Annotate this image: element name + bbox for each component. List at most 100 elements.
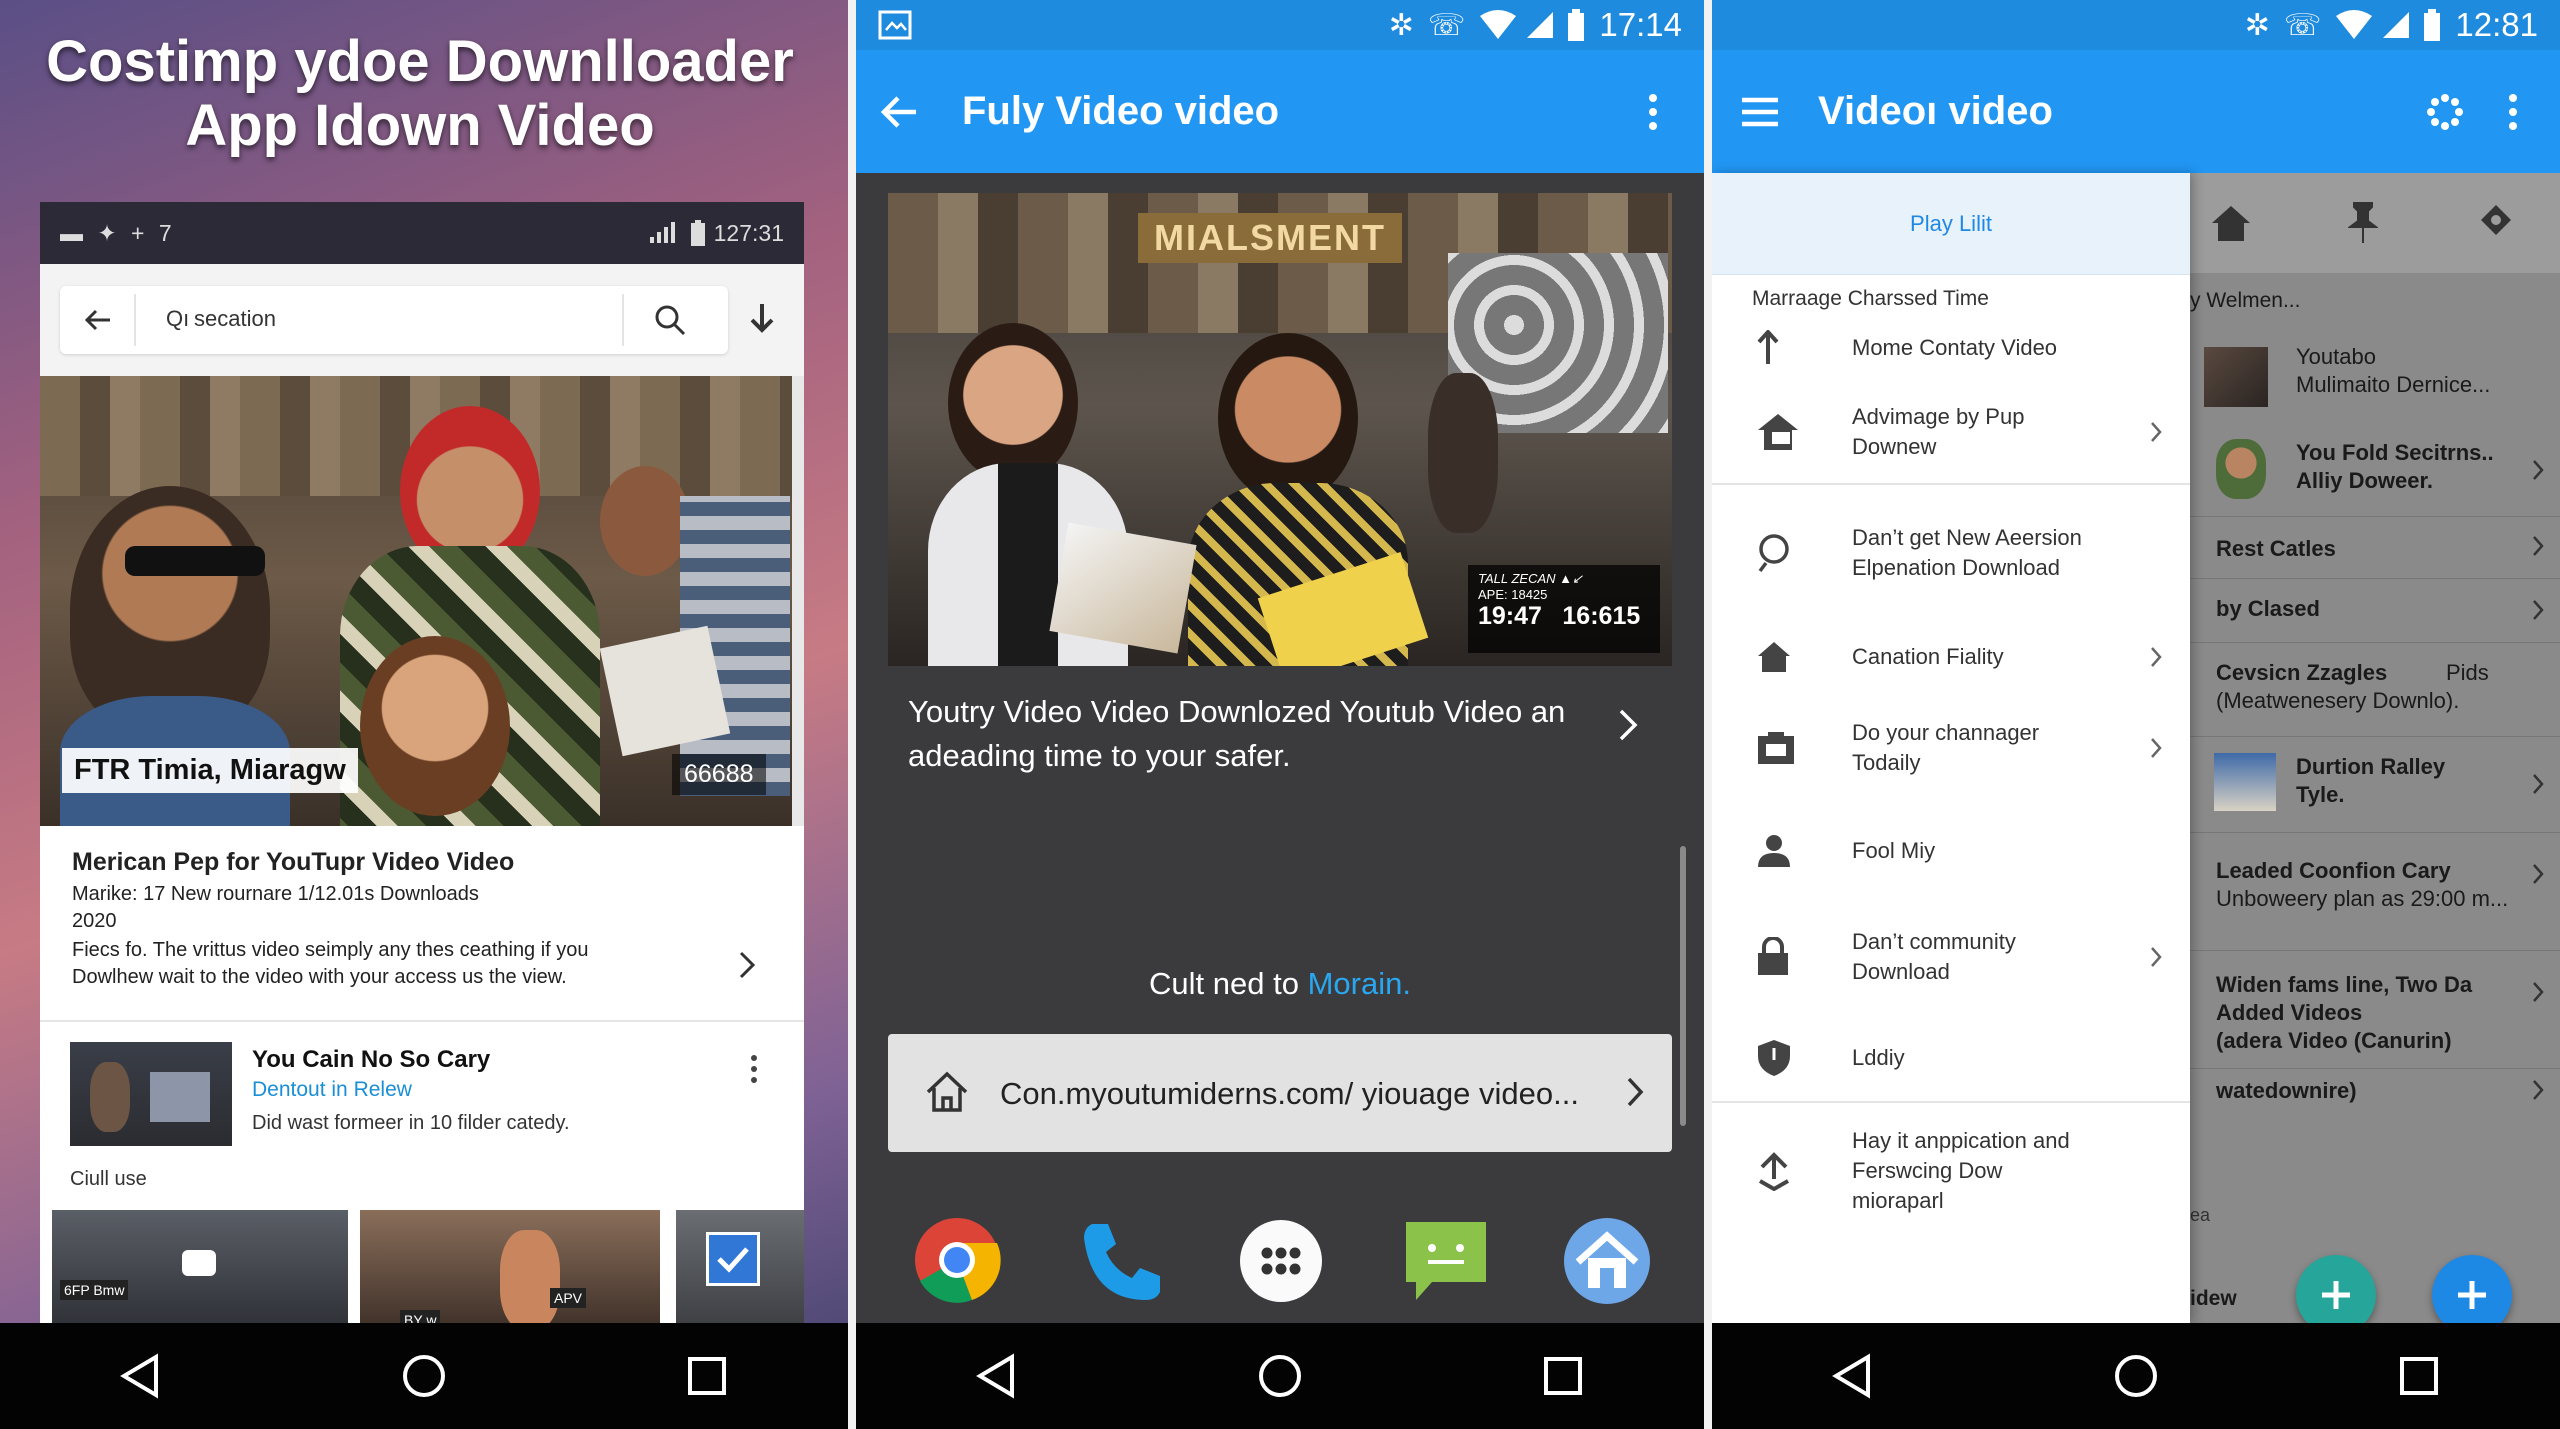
overlay-time-2: 16:615: [1562, 602, 1641, 630]
search-icon[interactable]: [654, 304, 686, 336]
list-item[interactable]: Youtabo Mulimaito Dernice...: [2190, 333, 2560, 429]
list-item[interactable]: Cevsicn Zzagles (Meatwenesery Downlo). Pi…: [2190, 643, 2560, 737]
home-app-icon[interactable]: [1562, 1216, 1652, 1306]
chevron-right-icon[interactable]: [738, 950, 756, 980]
list-item[interactable]: Leaded Coonfion Cary Unboweery plan as 29…: [2190, 833, 2560, 951]
recents-nav-icon[interactable]: [1518, 1331, 1608, 1421]
camera-icon: [1756, 730, 1796, 766]
search-input[interactable]: secation: [194, 306, 276, 332]
chevron-right-icon[interactable]: [2150, 421, 2162, 443]
back-nav-icon[interactable]: [952, 1331, 1042, 1421]
chevron-right-icon[interactable]: [2150, 646, 2162, 668]
nav-bar: [0, 1323, 848, 1429]
settings-icon[interactable]: [2426, 93, 2464, 131]
back-nav-icon[interactable]: [1808, 1331, 1898, 1421]
back-nav-icon[interactable]: [96, 1331, 186, 1421]
video-card[interactable]: Merican Pep for YouTupr Video Video Mari…: [40, 826, 804, 1022]
panel-video-detail: ✲ ☏ 17:14 Fuly Video video MIALSMENT TAL…: [856, 0, 1704, 1429]
list-item[interactable]: Rest Catles: [2190, 517, 2560, 579]
home-icon: [924, 1070, 970, 1114]
drawer-item[interactable]: Canation Fiality: [1712, 621, 2190, 693]
list-item[interactable]: watedownire): [2190, 1069, 2560, 1139]
chevron-right-icon[interactable]: [2150, 737, 2162, 759]
thumbnail-3[interactable]: [676, 1210, 804, 1323]
drawer-item[interactable]: Fool Miy: [1712, 803, 2190, 899]
pin-tab-icon[interactable]: [2348, 201, 2378, 243]
drawer-tab-playlist[interactable]: Play Lilit: [1712, 173, 2190, 275]
chevron-right-icon[interactable]: [1618, 708, 1638, 742]
home-nav-icon[interactable]: [2091, 1331, 2181, 1421]
video-title: Youtry Video Video Downlozed Youtub Vide…: [908, 694, 1566, 773]
chevron-right-icon[interactable]: [2532, 459, 2544, 481]
store-sign: MIALSMENT: [1138, 213, 1402, 263]
list-item-desc: Did wast formeer in 10 filder catedy.: [252, 1112, 570, 1134]
drawer-item[interactable]: Advimage by Pup Downew: [1712, 381, 2190, 485]
drawer-item-label: Do your channager Todaily: [1852, 720, 2040, 775]
arrow-up-icon: [1756, 330, 1780, 366]
link-accent[interactable]: Morain.: [1308, 966, 1411, 1001]
home-nav-icon[interactable]: [379, 1331, 469, 1421]
hero-thumbnail[interactable]: FTR Timia, Miaragw 66688: [40, 376, 792, 826]
home-nav-icon[interactable]: [1235, 1331, 1325, 1421]
home-tab-icon[interactable]: [2210, 203, 2252, 243]
chevron-right-icon[interactable]: [2532, 599, 2544, 621]
status-time: 12:81: [2455, 6, 2538, 43]
chevron-right-icon[interactable]: [2532, 981, 2544, 1003]
chevron-right-icon[interactable]: [2150, 946, 2162, 968]
drawer-item[interactable]: Dan’t community Download: [1712, 899, 2190, 1015]
list-item[interactable]: You Fold Secitrns.. Alliy Doweer.: [2190, 429, 2560, 517]
list-item-title: Cevsicn Zzagles: [2216, 660, 2388, 685]
chevron-right-icon[interactable]: [2532, 773, 2544, 795]
thumbnail-1[interactable]: 6FP Bmw: [52, 1210, 348, 1323]
phone-icon[interactable]: [1078, 1218, 1164, 1304]
thumbnail-2-tag: APV: [550, 1288, 587, 1308]
back-arrow-icon[interactable]: [82, 304, 114, 336]
overlay-label: TALL ZECAN ▲↙: [1478, 571, 1583, 586]
background-list: y Welmen... Youtabo Mulimaito Dernice... …: [2190, 173, 2560, 1335]
chevron-right-icon[interactable]: [2532, 535, 2544, 557]
list-item[interactable]: Widen fams line, Two Da Added Videos (ade…: [2190, 951, 2560, 1069]
screenshot-notification-icon: [878, 10, 912, 40]
hero-caption: FTR Timia, Miaragw: [62, 748, 358, 793]
drawer-item[interactable]: Mome Contaty Video: [1712, 315, 2190, 381]
chrome-icon[interactable]: [912, 1215, 1002, 1305]
download-icon[interactable]: [746, 302, 778, 338]
more-vert-icon[interactable]: [1648, 93, 1658, 131]
list-item-sub: Alliy Doweer.: [2296, 468, 2433, 493]
app-bar-title: Videoı video: [1818, 89, 2053, 133]
url-field[interactable]: Con.myoutumiderns.com/ yiouage video...: [888, 1034, 1672, 1152]
bell-tab-icon[interactable]: [2478, 203, 2514, 239]
apps-icon[interactable]: [1238, 1218, 1324, 1304]
phone-screen: ▬ ✦ + 7 127:31 Qı secation FTR Timia, Mi…: [40, 202, 804, 1323]
promo-title: Costimp ydoe Downlloader App Idown Video: [30, 30, 810, 158]
checkbox-checked-icon[interactable]: [706, 1232, 760, 1286]
chevron-right-icon[interactable]: [2532, 863, 2544, 885]
drawer-item[interactable]: Lddiy: [1712, 1015, 2190, 1103]
list-item[interactable]: Durtion Ralley Tyle.: [2190, 737, 2560, 833]
list-item[interactable]: by Clased: [2190, 579, 2560, 643]
video-overlay: TALL ZECAN ▲↙ APE: 18425 19:47 16:615: [1468, 565, 1660, 653]
battery-icon: [690, 220, 706, 246]
recents-nav-icon[interactable]: [662, 1331, 752, 1421]
status-time: 17:14: [1599, 6, 1682, 43]
chevron-right-icon[interactable]: [2532, 1079, 2544, 1101]
list-item[interactable]: You Cain No So Cary Dentout in Relew Did…: [40, 1032, 804, 1156]
messages-icon[interactable]: [1402, 1218, 1490, 1304]
scrollbar[interactable]: [792, 376, 804, 826]
list-item-subtitle[interactable]: Dentout in Relew: [252, 1078, 412, 1102]
drawer-item[interactable]: Dan’t get New Aeersion Elpenation Downlo…: [1712, 485, 2190, 621]
thumbnail-2[interactable]: BY w APV: [360, 1210, 660, 1323]
more-vert-icon[interactable]: [750, 1054, 758, 1084]
list-item-sub: (Meatwenesery Downlo).: [2216, 688, 2460, 713]
menu-icon[interactable]: [1740, 96, 1780, 128]
recents-nav-icon[interactable]: [2374, 1331, 2464, 1421]
video-player[interactable]: MIALSMENT TALL ZECAN ▲↙ APE: 18425 19:47…: [888, 193, 1672, 666]
brightness-icon: ✲: [1388, 8, 1414, 42]
chevron-right-icon[interactable]: [1626, 1076, 1644, 1108]
drawer-item[interactable]: Hay it anppication and Ferswcing Dow mio…: [1712, 1103, 2190, 1239]
drawer-item[interactable]: Do your channager Todaily: [1712, 693, 2190, 803]
app-dock: [856, 1210, 1704, 1310]
back-arrow-icon[interactable]: [880, 92, 920, 132]
list-item-title: Durtion Ralley: [2296, 754, 2446, 779]
more-vert-icon[interactable]: [2508, 93, 2518, 131]
